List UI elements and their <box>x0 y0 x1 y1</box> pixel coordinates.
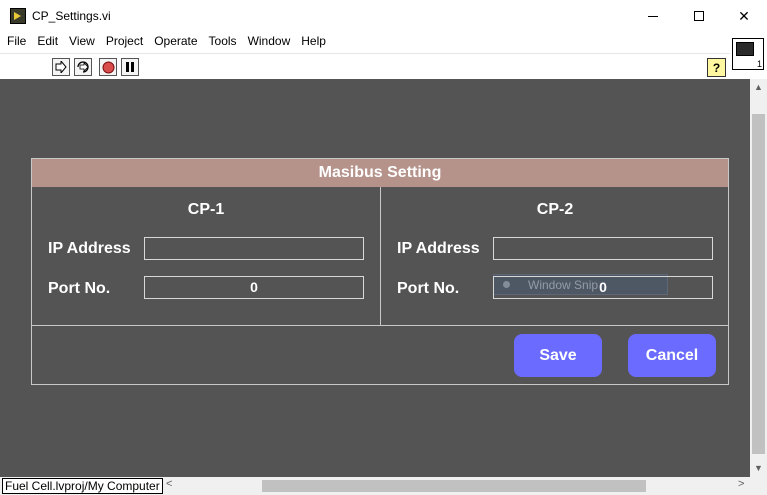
vi-icon-number: 1 <box>756 59 762 69</box>
divider-horizontal <box>32 325 728 326</box>
minimize-button[interactable] <box>630 0 676 32</box>
cp1-port-input[interactable]: 0 <box>144 276 364 299</box>
menu-window[interactable]: Window <box>244 32 295 52</box>
maximize-icon <box>694 11 704 21</box>
vertical-scrollbar[interactable]: ▲ ▼ <box>750 79 767 477</box>
run-continuously-icon <box>77 61 89 73</box>
scroll-down-icon[interactable]: ▼ <box>750 460 767 477</box>
vi-icon-graphic <box>736 42 754 56</box>
scroll-left-icon[interactable]: < <box>166 478 172 490</box>
run-arrow-icon <box>55 61 67 73</box>
vi-connector-icon[interactable]: 1 <box>732 38 764 70</box>
menu-bar: File Edit View Project Operate Tools Win… <box>0 32 730 52</box>
close-button[interactable]: ✕ <box>721 0 767 32</box>
title-bar: CP_Settings.vi ✕ <box>0 0 767 32</box>
cancel-button[interactable]: Cancel <box>628 334 716 377</box>
scroll-up-icon[interactable]: ▲ <box>750 79 767 96</box>
save-button[interactable]: Save <box>514 334 602 377</box>
run-button[interactable] <box>52 58 70 76</box>
frame-header: Masibus Setting <box>32 159 728 187</box>
project-path: Fuel Cell.lvproj/My Computer <box>2 478 163 494</box>
menu-file[interactable]: File <box>3 32 30 52</box>
status-bar: Fuel Cell.lvproj/My Computer < > <box>0 477 767 495</box>
close-icon: ✕ <box>738 7 750 24</box>
menu-project[interactable]: Project <box>102 32 147 52</box>
menu-operate[interactable]: Operate <box>150 32 201 52</box>
pause-button[interactable] <box>121 58 139 76</box>
run-continuously-button[interactable] <box>74 58 92 76</box>
stop-icon <box>102 61 114 73</box>
cp1-ip-label: IP Address <box>48 240 131 257</box>
window-title: CP_Settings.vi <box>32 9 111 23</box>
menu-help[interactable]: Help <box>297 32 330 52</box>
cp1-ip-input[interactable] <box>144 237 364 260</box>
context-help-button[interactable]: ? <box>707 58 726 77</box>
vertical-scroll-thumb[interactable] <box>752 114 765 454</box>
cp1-port-label: Port No. <box>48 280 111 297</box>
horizontal-scroll-thumb[interactable] <box>262 480 646 492</box>
pause-icon <box>126 62 134 72</box>
menu-edit[interactable]: Edit <box>33 32 62 52</box>
maximize-button[interactable] <box>676 0 722 32</box>
abort-button[interactable] <box>99 58 117 76</box>
cp2-ip-label: IP Address <box>397 240 480 257</box>
menu-view[interactable]: View <box>65 32 99 52</box>
scroll-right-icon[interactable]: > <box>738 478 744 490</box>
cp2-title: CP-2 <box>536 201 574 218</box>
minimize-icon <box>648 15 658 17</box>
toolbar: ? <box>0 53 730 79</box>
labview-vi-icon <box>10 8 26 24</box>
cp2-ip-input[interactable] <box>493 237 713 260</box>
cp1-title: CP-1 <box>187 201 225 218</box>
masibus-setting-frame: Masibus Setting CP-1 IP Address Port No.… <box>31 158 729 385</box>
cp2-port-label: Port No. <box>397 280 460 297</box>
cp2-port-input[interactable]: 0 <box>493 276 713 299</box>
menu-tools[interactable]: Tools <box>205 32 241 52</box>
